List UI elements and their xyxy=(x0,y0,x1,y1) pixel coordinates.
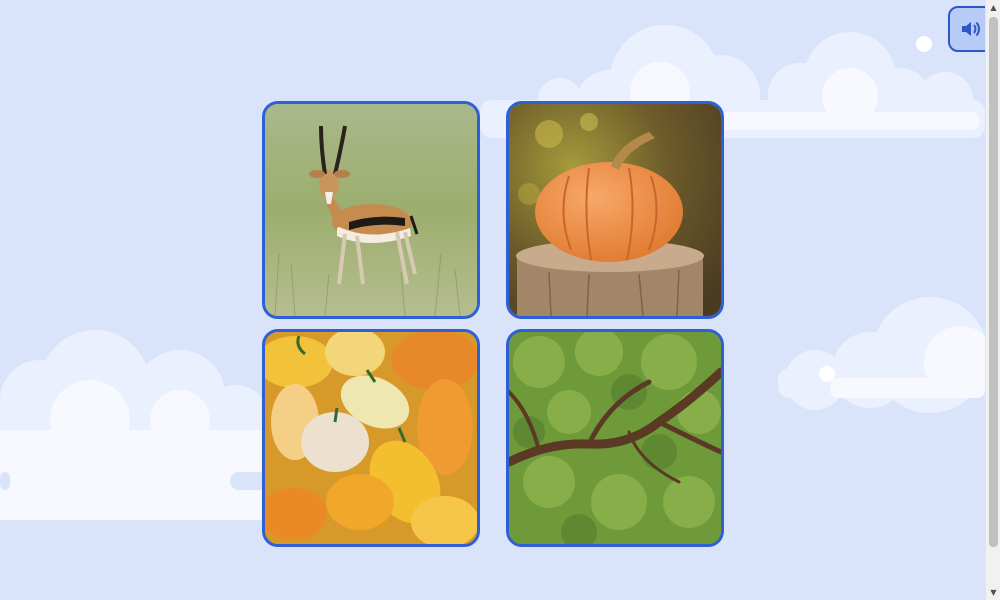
scroll-thumb[interactable] xyxy=(989,17,998,547)
picture-card-pumpkin[interactable] xyxy=(506,101,724,319)
gourds-image xyxy=(265,332,477,544)
game-viewport xyxy=(0,0,985,600)
picture-card-tree[interactable] xyxy=(506,329,724,547)
vertical-scrollbar[interactable]: ▲ ▼ xyxy=(985,0,1000,600)
picture-card-antelope[interactable] xyxy=(262,101,480,319)
scroll-down-arrow[interactable]: ▼ xyxy=(986,585,1000,600)
speaker-volume-icon xyxy=(962,21,980,37)
picture-grid xyxy=(262,101,724,547)
pumpkin-image xyxy=(509,104,721,316)
scroll-up-arrow[interactable]: ▲ xyxy=(986,0,1000,15)
tree-image xyxy=(509,332,721,544)
sound-button[interactable] xyxy=(948,6,985,52)
picture-card-gourds[interactable] xyxy=(262,329,480,547)
antelope-image xyxy=(265,104,477,316)
